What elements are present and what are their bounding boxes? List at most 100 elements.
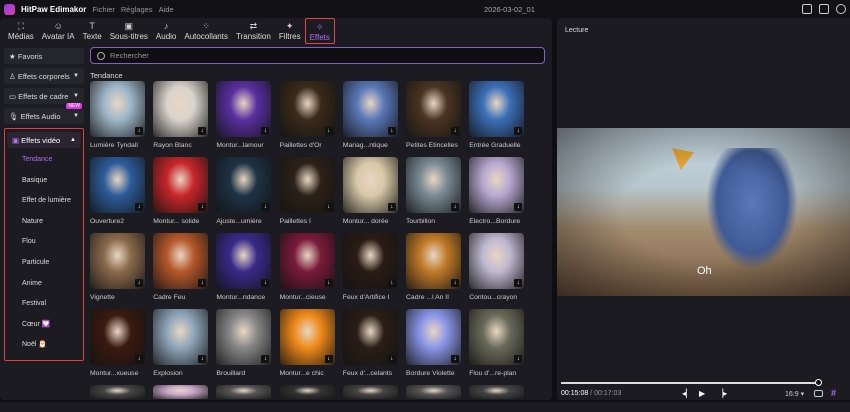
download-icon[interactable]: ↓ (198, 279, 207, 287)
sidebar-sub-item[interactable]: Cœur 💟 (7, 315, 81, 336)
effect-card[interactable]: ↓ Brouillard (216, 309, 272, 377)
effect-card[interactable]: ↓ (279, 385, 335, 399)
download-icon[interactable]: ↓ (514, 203, 523, 211)
effect-card[interactable]: ↓ Montur... solide (153, 157, 209, 225)
download-icon[interactable]: ↓ (324, 127, 333, 135)
download-icon[interactable] (836, 4, 846, 14)
tab-filtres[interactable]: ✦ Filtres (275, 18, 305, 44)
play-icon[interactable]: ▶ (699, 389, 705, 398)
download-icon[interactable]: ↓ (514, 355, 523, 363)
effect-card[interactable]: ↓ Ajuste...umière (216, 157, 272, 225)
download-icon[interactable]: ↓ (387, 203, 396, 211)
download-icon[interactable]: ↓ (135, 127, 143, 135)
tab-effets[interactable]: ✧ Effets (304, 18, 335, 44)
snapshot-icon[interactable] (814, 390, 823, 397)
download-icon[interactable]: ↓ (451, 127, 459, 135)
prev-frame-icon[interactable]: ◂▏ (682, 389, 692, 398)
effect-card[interactable]: ↓ Feux d'...celants (342, 309, 398, 377)
tab-avatar-ia[interactable]: ☺ Avatar IA (38, 18, 79, 44)
playback-slider[interactable] (561, 382, 821, 384)
download-icon[interactable]: ↓ (135, 279, 143, 287)
sidebar-sub-item[interactable]: Particule (7, 253, 81, 274)
download-icon[interactable]: ↓ (261, 127, 270, 135)
menu-reglages[interactable]: Réglages (121, 5, 153, 14)
sidebar-effets-de-cadre[interactable]: ▭ Effets de cadre ▼ (4, 88, 84, 104)
download-icon[interactable]: ↓ (135, 203, 143, 211)
tab-m-dias[interactable]: ⛶ Médias (4, 18, 38, 44)
sidebar-sub-item[interactable]: Basique (7, 171, 81, 192)
effect-card[interactable]: ↓ Montur...cieuse (279, 233, 335, 301)
effect-card[interactable]: ↓ Montur...lamour (216, 81, 272, 149)
feedback-icon[interactable] (819, 4, 829, 14)
sidebar-sub-item[interactable]: Nature (7, 212, 81, 233)
effect-card[interactable]: ↓ Flou d'...re-plan (469, 309, 525, 377)
sidebar-sub-item[interactable]: Festival (7, 294, 81, 315)
download-icon[interactable]: ↓ (261, 279, 270, 287)
sidebar-sub-item[interactable]: Anime (7, 274, 81, 295)
download-icon[interactable]: ↓ (387, 279, 396, 287)
tab-sous-titres[interactable]: ▣ Sous-titres (106, 18, 152, 44)
tab-autocollants[interactable]: ⁘ Autocollants (180, 18, 232, 44)
effect-card[interactable]: ↓ Ouverture2 (90, 157, 145, 225)
effect-card[interactable]: ↓ Montur...ndance (216, 233, 272, 301)
download-icon[interactable]: ↓ (261, 355, 270, 363)
next-frame-icon[interactable]: ▕▸ (717, 389, 727, 398)
download-icon[interactable]: ↓ (514, 279, 523, 287)
effect-card[interactable]: ↓ Tourbillon (406, 157, 461, 225)
tab-audio[interactable]: ♪ Audio (152, 18, 180, 44)
effect-card[interactable]: ↓ Cadre ...l An II (406, 233, 461, 301)
search-input[interactable]: Rechercher (90, 47, 545, 64)
effect-card[interactable]: ↓ Mariag...ntique (342, 81, 398, 149)
download-icon[interactable]: ↓ (324, 279, 333, 287)
download-icon[interactable]: ↓ (261, 203, 270, 211)
sidebar-sub-item[interactable]: Tendance (7, 150, 81, 171)
sidebar-effets-corporels[interactable]: ♙ Effets corporels ▼ (4, 68, 84, 84)
effect-card[interactable]: ↓ (406, 385, 461, 399)
menu-fichier[interactable]: Fichier (92, 5, 115, 14)
sidebar-effets-audio[interactable]: 🎙 Effets Audio NEW ▼ (4, 103, 84, 124)
download-icon[interactable]: ↓ (387, 355, 396, 363)
effect-card[interactable]: ↓ Petites Étincelles (406, 81, 461, 149)
effect-card[interactable]: ↓ Paillettes I (279, 157, 335, 225)
effect-card[interactable]: ↓ (342, 385, 398, 399)
effect-card[interactable]: ↓ Montur...xueuse (90, 309, 145, 377)
effect-card[interactable]: ↓ Vignette (90, 233, 145, 301)
download-icon[interactable]: ↓ (451, 355, 459, 363)
aspect-ratio-select[interactable]: 16:9 ▾ (785, 390, 804, 398)
effect-card[interactable]: ↓ Cadre Feu (153, 233, 209, 301)
layout-icon[interactable] (802, 4, 812, 14)
sidebar-sub-item[interactable]: Effet de lumière (7, 191, 81, 212)
sidebar-favoris[interactable]: ★ Favoris (4, 48, 84, 64)
effect-card[interactable]: ↓ Contou...crayon (469, 233, 525, 301)
playhead-knob[interactable] (815, 379, 822, 386)
download-icon[interactable]: ↓ (324, 355, 333, 363)
grid-icon[interactable]: # (831, 388, 836, 398)
effect-card[interactable]: ↓ Explosion (153, 309, 209, 377)
download-icon[interactable]: ↓ (451, 203, 459, 211)
download-icon[interactable]: ↓ (324, 203, 333, 211)
effect-card[interactable]: ↓ (469, 385, 525, 399)
sidebar-sub-item[interactable]: Flou (7, 232, 81, 253)
effect-card[interactable]: ↓ Bordure Violette (406, 309, 461, 377)
effect-card[interactable]: ↓ Paillettes d'Or (279, 81, 335, 149)
download-icon[interactable]: ↓ (387, 127, 396, 135)
effect-card[interactable]: ↓ Entrée Graduelle (469, 81, 525, 149)
effect-card[interactable]: ↓ (90, 385, 145, 399)
effect-card[interactable]: ↓ Montur...e chic (279, 309, 335, 377)
sidebar-effets-video[interactable]: ▣ Effets vidéo ▲ (7, 132, 81, 148)
download-icon[interactable]: ↓ (198, 203, 207, 211)
effect-card[interactable]: ↓ Montur... dorée (342, 157, 398, 225)
effect-card[interactable]: ↓ Feux d'Artifice I (342, 233, 398, 301)
effect-card[interactable]: ↓ (216, 385, 272, 399)
download-icon[interactable]: ↓ (135, 355, 143, 363)
tab-transition[interactable]: ⇄ Transition (232, 18, 275, 44)
effect-card[interactable]: ↓ Lumière Tyndall (90, 81, 145, 149)
effect-card[interactable]: ↓ Électro...Bordure (469, 157, 525, 225)
download-icon[interactable]: ↓ (198, 127, 207, 135)
menu-aide[interactable]: Aide (159, 5, 174, 14)
effect-card[interactable]: ↓ Rayon Blanc (153, 81, 209, 149)
download-icon[interactable]: ↓ (198, 355, 207, 363)
effect-card[interactable]: ↓ (153, 385, 209, 399)
download-icon[interactable]: ↓ (451, 279, 459, 287)
sidebar-sub-item[interactable]: Noël 🎅 (7, 335, 81, 356)
